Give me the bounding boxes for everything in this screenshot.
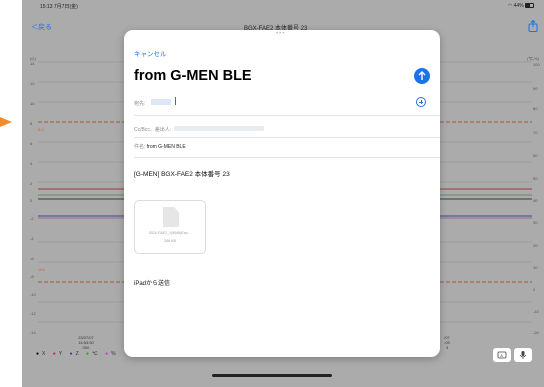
- subject-label: 件名:: [134, 144, 146, 150]
- document-icon: [163, 207, 179, 227]
- status-bar: 15:13 7月7日(金) ◠ 44%: [30, 2, 540, 10]
- y-left-tick: 6: [30, 141, 33, 146]
- y-left-tick: -14: [30, 330, 36, 335]
- status-date: 7月7日(金): [53, 4, 78, 10]
- battery-icon: [525, 3, 534, 9]
- y-right-unit: (℃,%): [527, 56, 539, 61]
- y-left-tick: -12: [30, 311, 36, 316]
- to-label: 宛先:: [134, 101, 146, 107]
- y-right-tick: 10: [533, 265, 538, 270]
- y-left-tick: -4: [30, 236, 34, 241]
- y-right-tick: 70: [533, 130, 538, 135]
- subject-value: from G-MEN BLE: [146, 144, 186, 150]
- dictation-button[interactable]: [514, 348, 532, 362]
- mail-signature: iPadから送信: [134, 281, 171, 287]
- y-right-tick: 40: [533, 198, 538, 203]
- y-left-tick: 4: [30, 161, 33, 166]
- arrow-up-icon: [418, 71, 426, 80]
- y-left-tick: -6: [30, 256, 34, 261]
- legend-item-z: ● Z: [69, 351, 79, 357]
- attachment-name: BGX-FAE2_1(5045)Exp...: [149, 231, 191, 235]
- mail-body-text[interactable]: [G-MEN] BGX-FAE2 本体番号 23: [134, 168, 230, 178]
- x-axis-label-right: /07 :03 3: [444, 335, 450, 350]
- y-right-tick: 80: [533, 106, 538, 111]
- y-right-tick: -20: [533, 330, 539, 335]
- keyboard-toggle-button[interactable]: A: [493, 348, 511, 362]
- to-recipient-chip[interactable]: [151, 99, 171, 105]
- orange-arrow-marker: [0, 117, 12, 127]
- home-indicator[interactable]: [212, 374, 332, 377]
- y-right-tick: 0: [533, 287, 536, 292]
- share-icon[interactable]: [528, 20, 538, 32]
- screen: 15:13 7月7日(金) ◠ 44% ＜戻る BGX-FAE2 本体番号 23…: [0, 0, 544, 387]
- add-contact-button[interactable]: [416, 97, 426, 107]
- y-right-tick: 100: [533, 62, 540, 67]
- back-button[interactable]: ＜戻る: [31, 22, 52, 32]
- y-left-tick: 12: [30, 81, 35, 86]
- subject-field[interactable]: 件名: from G-MEN BLE: [134, 143, 186, 150]
- text-cursor: [175, 97, 176, 105]
- y-left-tick: 0: [30, 198, 33, 203]
- x-axis-label-left: 23/07/07 14:54:50 000: [78, 335, 94, 350]
- legend-item-humidity: ●%: [105, 351, 116, 357]
- y-left-tick: -10: [30, 292, 36, 297]
- send-button[interactable]: [414, 68, 430, 84]
- text-box-icon: A: [497, 351, 507, 359]
- mail-compose-sheet: ••• キャンセル from G-MEN BLE 宛先: Cc/Bcc、差出人:…: [124, 30, 440, 357]
- divider: [134, 137, 440, 138]
- cancel-button[interactable]: キャンセル: [134, 48, 167, 58]
- y-right-tick: -10: [533, 309, 539, 314]
- y-left-tick: 8: [30, 121, 33, 126]
- y-right-tick: 60: [533, 153, 538, 158]
- attachment-size: 208 KB: [164, 239, 176, 243]
- y-left-tick: -2: [30, 216, 34, 221]
- cc-bcc-label[interactable]: Cc/Bcc、差出人:: [134, 126, 171, 133]
- chart-legend: ● X ● Y ● Z ● ℃ ●%: [36, 351, 122, 357]
- legend-item-x: ● X: [36, 351, 46, 357]
- y-right-tick: 20: [533, 243, 538, 248]
- y-left-tick: -8: [30, 274, 34, 279]
- y-left-tick: 10: [30, 101, 35, 106]
- wifi-icon: ◠: [507, 3, 513, 9]
- microphone-icon: [519, 351, 527, 359]
- from-address: [174, 126, 264, 131]
- threshold-label-lower: -8.0: [38, 267, 45, 272]
- sheet-grabber[interactable]: •••: [276, 31, 288, 37]
- divider: [134, 157, 440, 158]
- status-time: 15:13: [40, 4, 53, 10]
- divider: [134, 115, 440, 116]
- threshold-label-upper: 8.0: [38, 127, 44, 132]
- attachment-card[interactable]: BGX-FAE2_1(5045)Exp... 208 KB: [134, 200, 206, 254]
- y-right-tick: 90: [533, 86, 538, 91]
- y-right-tick: 30: [533, 220, 538, 225]
- y-right-tick: 50: [533, 176, 538, 181]
- y-left-tick: 2: [30, 181, 33, 186]
- legend-item-temp: ● ℃: [86, 351, 98, 357]
- compose-title: from G-MEN BLE: [134, 68, 252, 84]
- battery-percent: 44%: [513, 3, 524, 9]
- svg-text:A: A: [500, 353, 503, 358]
- y-left-tick: 14: [30, 61, 35, 66]
- legend-item-y: ● Y: [52, 351, 63, 357]
